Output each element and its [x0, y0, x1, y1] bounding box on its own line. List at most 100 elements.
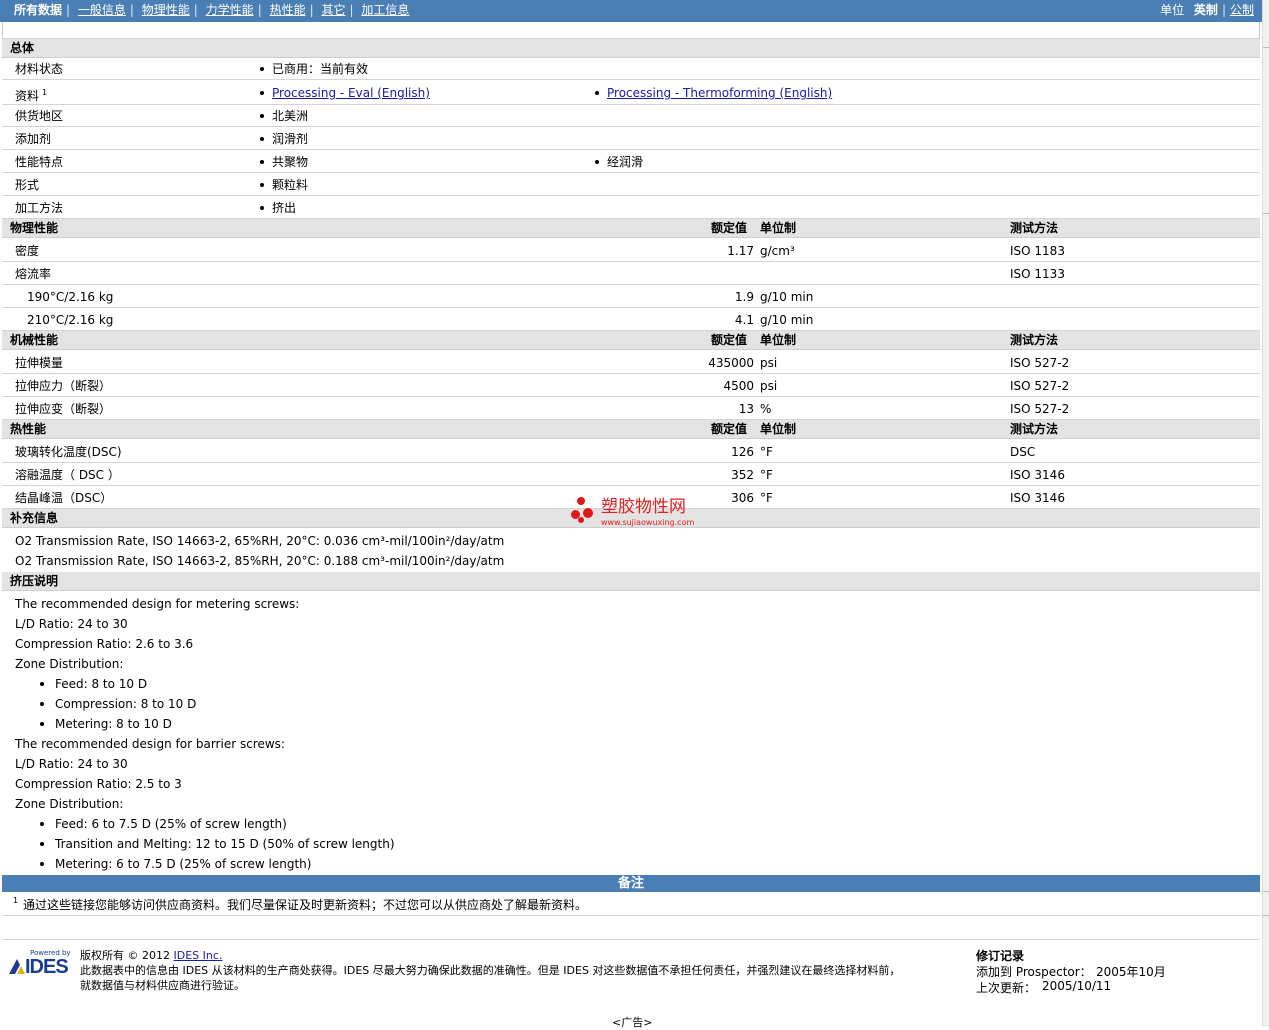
- extrusion-line: L/D Ratio: 24 to 30: [15, 757, 128, 771]
- col-test: 测试方法: [1010, 221, 1059, 235]
- ad-label: <广告>: [612, 1016, 653, 1029]
- col-test: 测试方法: [1010, 422, 1059, 436]
- col-nominal: 额定值: [711, 422, 748, 436]
- bullet-icon: [260, 136, 264, 141]
- bullet-icon: [40, 681, 44, 686]
- row-test: DSC: [1010, 445, 1036, 459]
- row-test: ISO 1183: [1010, 244, 1065, 258]
- col-nominal: 额定值: [711, 221, 748, 235]
- row-unit: g/10 min: [760, 290, 814, 304]
- extrusion-line: Zone Distribution:: [15, 797, 124, 811]
- row-label: 玻璃转化温度(DSC): [15, 445, 122, 459]
- nav-physical[interactable]: 物理性能: [142, 3, 190, 17]
- row-value: 润滑剂: [272, 132, 309, 146]
- property-row: 玻璃转化温度(DSC) 126 °F DSC: [2, 441, 1260, 463]
- row-value: 北美洲: [272, 109, 309, 123]
- section-title: 热性能: [10, 422, 47, 436]
- ides-logo-icon: [9, 959, 25, 974]
- watermark-dot-icon: [583, 508, 593, 518]
- row-value: 挤出: [272, 201, 297, 215]
- general-row: 性能特点 共聚物 经润滑: [2, 151, 1260, 173]
- unit-imperial[interactable]: 英制: [1194, 3, 1218, 17]
- row-value: 1.9: [734, 290, 754, 304]
- row-unit: g/cm³: [760, 244, 795, 258]
- row-label: 添加剂: [15, 132, 52, 146]
- section-title: 挤压说明: [10, 574, 59, 588]
- top-nav: 所有数据 | 一般信息 | 物理性能 | 力学性能 | 热性能 | 其它 | 加工信息 单位…: [0, 0, 1262, 22]
- added-label: 添加到 Prospector：: [976, 965, 1092, 979]
- row-label: 溶融温度（ DSC ）: [15, 468, 120, 482]
- general-row: 供货地区 北美洲: [2, 105, 1260, 127]
- list-item: Metering: 6 to 7.5 D (25% of screw lengt…: [40, 854, 311, 874]
- bullet-icon: [40, 841, 44, 846]
- section-title: 机械性能: [10, 333, 59, 347]
- ides-logo[interactable]: Powered by IDES: [8, 949, 72, 978]
- property-row: 溶融温度（ DSC ） 352 °F ISO 3146: [2, 464, 1260, 486]
- property-row: 拉伸模量 435000 psi ISO 527-2: [2, 352, 1260, 374]
- nav-thermal[interactable]: 热性能: [270, 3, 306, 17]
- row-value: 已商用：当前有效: [272, 62, 369, 76]
- bullet-icon: [595, 159, 599, 164]
- watermark-url: www.sujiaowuxing.com: [601, 518, 695, 527]
- section-extrusion-header: 挤压说明: [2, 572, 1260, 591]
- row-label: 拉伸模量: [15, 356, 64, 370]
- row-test: ISO 3146: [1010, 491, 1065, 505]
- revision-title: 修订记录: [976, 949, 1025, 963]
- bullet-icon: [595, 90, 599, 95]
- col-unit: 单位制: [760, 221, 797, 235]
- bullet-icon: [40, 701, 44, 706]
- bullet-icon: [260, 182, 264, 187]
- row-unit: %: [760, 402, 772, 416]
- bullet-icon: [260, 90, 264, 95]
- row-label: 密度: [15, 244, 40, 258]
- bullet-icon: [260, 66, 264, 71]
- scrollbar[interactable]: [1262, 0, 1269, 1027]
- watermark-dot-icon: [577, 497, 585, 505]
- row-label: 供货地区: [15, 109, 64, 123]
- row-label: 拉伸应变（断裂）: [15, 402, 112, 416]
- row-label: 190°C/2.16 kg: [27, 290, 114, 304]
- row-unit: psi: [760, 356, 778, 370]
- ides-inc-link[interactable]: IDES Inc.: [174, 949, 223, 962]
- row-value: 126: [731, 445, 754, 459]
- list-item: Compression: 8 to 10 D: [40, 694, 196, 714]
- row-value: 306: [731, 491, 754, 505]
- row-label: 资料: [15, 89, 40, 103]
- section-title: 补充信息: [10, 511, 59, 525]
- row-label: 材料状态: [15, 62, 64, 76]
- disclaimer-line: 就数据值与材料供应商进行验证。: [80, 979, 245, 992]
- row-label: 加工方法: [15, 201, 64, 215]
- watermark-text: 塑胶物性网: [601, 497, 686, 517]
- row-test: ISO 527-2: [1010, 402, 1070, 416]
- row-test: ISO 527-2: [1010, 379, 1070, 393]
- updated-value: 2005/10/11: [1042, 979, 1112, 993]
- nav-other[interactable]: 其它: [321, 3, 345, 17]
- section-mechanical-header: 机械性能 额定值 单位制 测试方法: [2, 331, 1260, 350]
- extrusion-line: The recommended design for metering scre…: [15, 597, 300, 611]
- nav-general-info[interactable]: 一般信息: [78, 3, 126, 17]
- link-processing-thermoforming[interactable]: Processing - Thermoforming (English): [607, 86, 832, 100]
- section-general-header: 总体: [2, 39, 1260, 58]
- row-label: 性能特点: [15, 155, 64, 169]
- spacer-row: [2, 916, 1260, 940]
- list-item: Feed: 6 to 7.5 D (25% of screw length): [40, 814, 287, 834]
- supplement-line: O2 Transmission Rate, ISO 14663-2, 65%RH…: [15, 534, 505, 548]
- notes-header: 备注: [2, 875, 1260, 892]
- link-processing-eval[interactable]: Processing - Eval (English): [272, 86, 430, 100]
- bullet-icon: [40, 721, 44, 726]
- row-value: 4500: [723, 379, 754, 393]
- unit-metric-link[interactable]: 公制: [1230, 3, 1254, 17]
- property-row: 密度 1.17 g/cm³ ISO 1183: [2, 240, 1260, 262]
- row-value: 颗粒料: [272, 178, 309, 192]
- nav-all-data[interactable]: 所有数据: [14, 3, 62, 17]
- col-nominal: 额定值: [711, 333, 748, 347]
- nav-processing[interactable]: 加工信息: [361, 3, 409, 17]
- general-row: 资料 1 Processing - Eval (English) Processi…: [2, 81, 1260, 105]
- section-title: 物理性能: [10, 221, 59, 235]
- copyright: 版权所有 © 2012 IDES Inc.: [80, 949, 223, 962]
- nav-mechanical[interactable]: 力学性能: [206, 3, 254, 17]
- bullet-icon: [40, 821, 44, 826]
- row-value: 4.1: [734, 313, 754, 327]
- row-value: 435000: [708, 356, 754, 370]
- bullet-icon: [40, 861, 44, 866]
